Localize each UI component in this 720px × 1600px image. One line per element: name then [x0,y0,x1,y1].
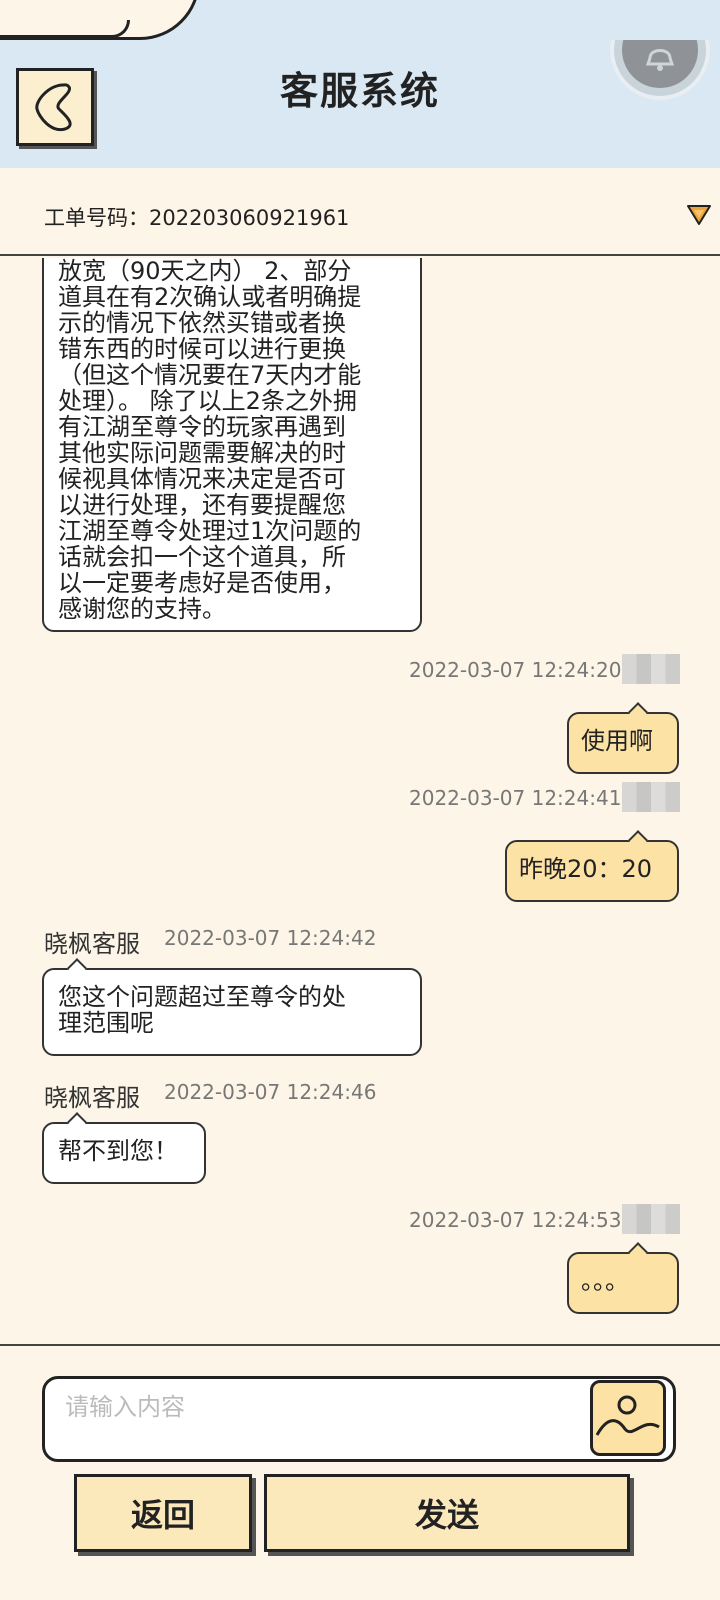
triangle-down-icon[interactable] [686,204,712,226]
bubble-notch [67,958,87,978]
message-text: 。。。 [581,1267,629,1295]
support-message-bubble: 放宽（90天之内） 2、部分 道具在有2次确认或者明确提 示的情况下依然买错或者… [42,258,422,632]
message-line: 话就会扣一个这个道具，所 [58,543,346,571]
message-input[interactable] [65,1387,565,1427]
ticket-bar: 工单号码：202203060921961 [0,168,720,256]
message-line: 以一定要考虑好是否使用， [58,569,346,597]
message-line: 江湖至尊令处理过1次问题的 [58,517,362,545]
message-line: 感谢您的支持。 [58,595,226,623]
message-line: 放宽（90天之内） 2、部分 [58,258,352,285]
message-line: 示的情况下依然买错或者换 [58,309,346,337]
avatar [622,1204,680,1234]
support-message-bubble: 您这个问题超过至尊令的处 理范围呢 [42,958,422,1056]
chat-area[interactable]: 放宽（90天之内） 2、部分 道具在有2次确认或者明确提 示的情况下依然买错或者… [0,258,720,1344]
page-title: 客服系统 [279,69,440,113]
message-line: 理范围呢 [58,1009,154,1037]
ticket-number: 工单号码：202203060921961 [44,206,350,230]
bubble-notch [628,702,648,722]
send-button[interactable]: 发送 [264,1474,630,1552]
message-line: 以进行处理，还有要提醒您 [58,491,346,519]
support-message-bubble: 帮不到您！ [42,1112,206,1184]
message-timestamp: 2022-03-07 12:24:46 [164,1080,377,1104]
app-header: 客服系统 [0,0,720,168]
back-button[interactable]: 返回 [74,1474,252,1552]
avatar [622,782,680,812]
message-line: 处理）。 除了以上2条之外拥 [58,387,357,415]
message-timestamp: 2022-03-07 12:24:20 [409,658,622,682]
sender-name: 晓枫客服 [44,1084,140,1112]
message-line: 道具在有2次确认或者明确提 [58,283,362,311]
message-line: 候视具体情况来决定是否可 [58,465,346,493]
bell-icon [622,40,698,88]
message-input-box[interactable] [42,1376,676,1462]
message-line: 有江湖至尊令的玩家再遇到 [58,413,346,441]
user-message-bubble: 。。。 [567,1242,679,1314]
message-text: 昨晚20：20 [519,855,653,883]
input-divider [0,1344,720,1346]
message-timestamp: 2022-03-07 12:24:53 [409,1208,622,1232]
bubble-notch [628,1242,648,1262]
message-line: 您这个问题超过至尊令的处 [58,983,346,1011]
message-line: 帮不到您！ [58,1137,178,1165]
sender-name: 晓枫客服 [44,930,140,958]
bubble-notch [67,1112,87,1132]
image-upload-button[interactable] [590,1380,666,1456]
bubble-notch [628,830,648,850]
user-message-bubble: 昨晚20：20 [505,830,679,902]
message-line: （但这个情况要在7天内才能 [58,361,362,389]
message-timestamp: 2022-03-07 12:24:42 [164,926,377,950]
avatar [622,654,680,684]
cloud-tail-decoration [0,20,130,38]
user-message-bubble: 使用啊 [567,702,679,774]
message-line: 其他实际问题需要解决的时 [58,439,346,467]
message-line: 错东西的时候可以进行更换 [58,335,346,363]
message-text: 使用啊 [581,727,653,755]
image-icon [595,1395,660,1436]
message-timestamp: 2022-03-07 12:24:41 [409,786,622,810]
